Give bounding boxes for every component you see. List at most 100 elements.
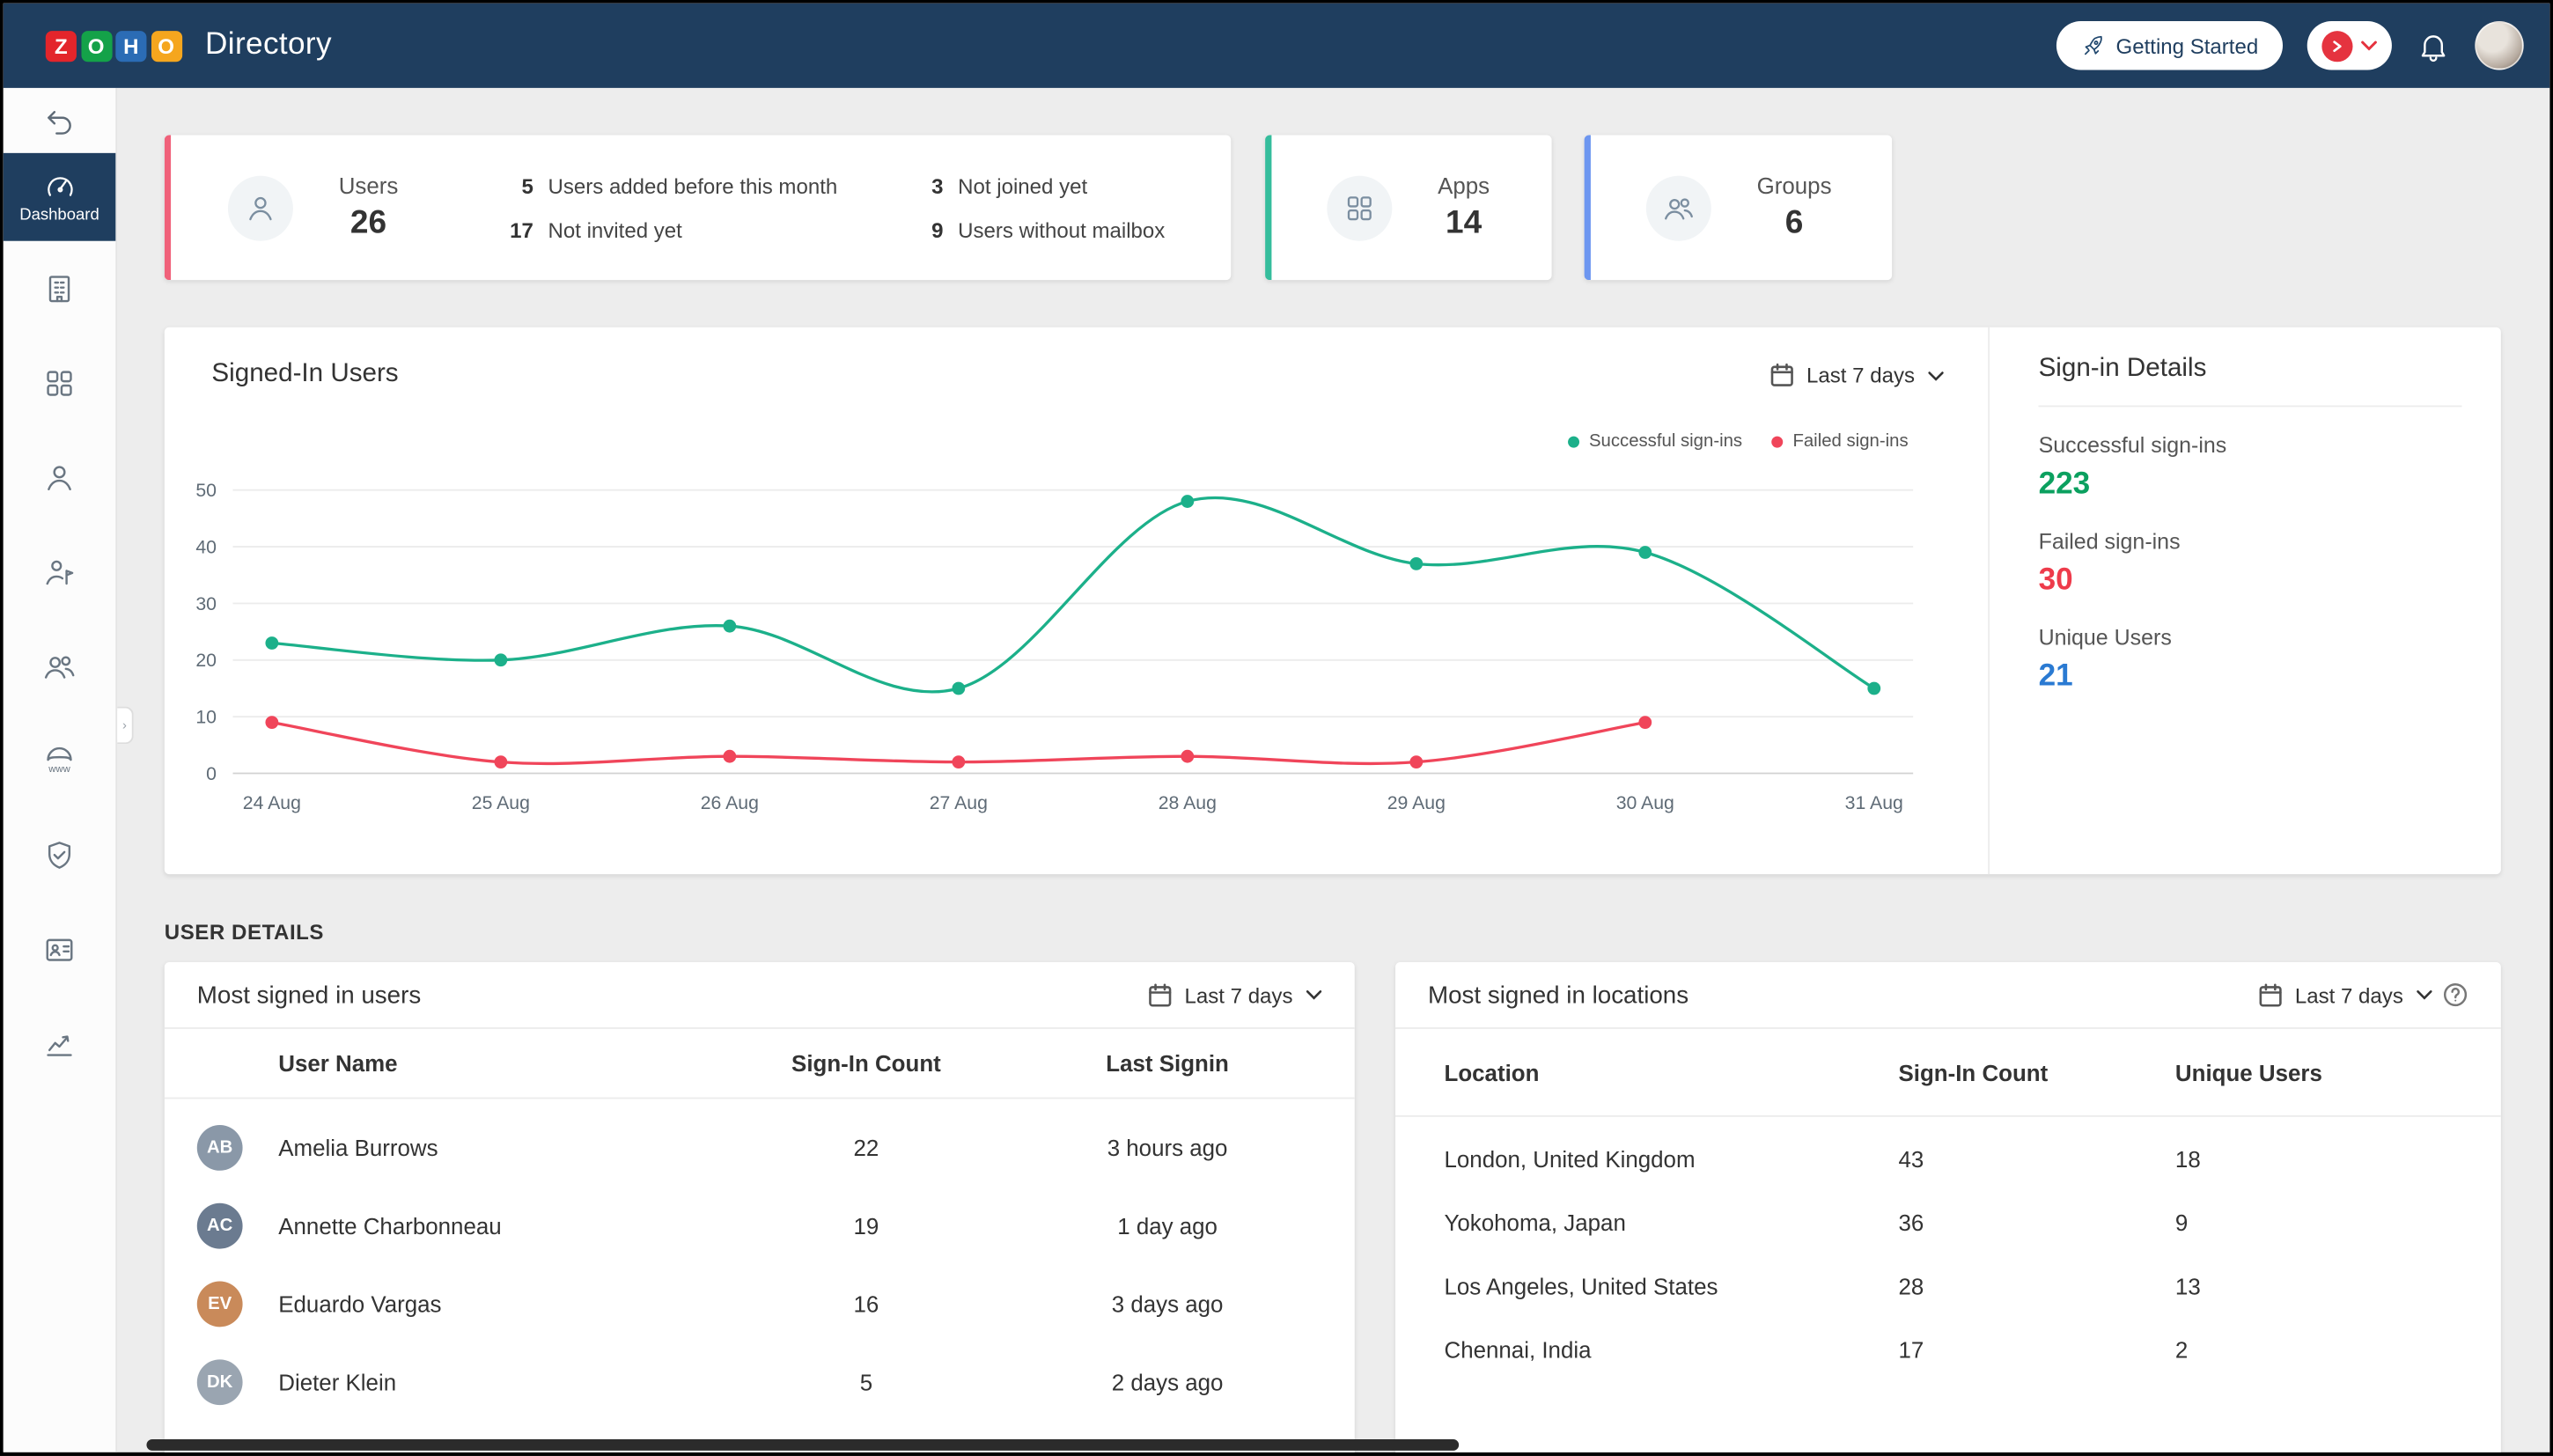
back-arrow-icon [42, 103, 77, 137]
legend-label: Successful sign-ins [1589, 431, 1742, 451]
most-users-title: Most signed in users [197, 981, 421, 1008]
legend-dot [1568, 436, 1579, 447]
most-users-table-body: AB Amelia Burrows 22 3 hours ago AC Anne… [165, 1099, 1355, 1421]
users-count: Users 26 [339, 173, 399, 243]
signin-chart-area: Signed-In Users Last 7 days Successful s… [165, 327, 1988, 874]
org-badge-icon [2321, 30, 2352, 61]
location: Yokohoma, Japan [1445, 1209, 1899, 1235]
user-avatar[interactable] [2475, 21, 2523, 70]
signin-range-picker[interactable]: Last 7 days [1769, 363, 1944, 387]
logo-letter: H [115, 30, 146, 61]
signin-count: 22 [719, 1135, 1012, 1161]
chevron-down-icon [1928, 371, 1944, 380]
apps-label: Apps [1438, 173, 1490, 199]
location: London, United Kingdom [1445, 1145, 1899, 1172]
sidebar-item-contacts[interactable] [4, 902, 116, 996]
signin-count: 17 [1899, 1336, 2175, 1363]
topbar: Z O H O Directory Getting Started [4, 4, 2550, 88]
sidebar-item-security[interactable] [4, 807, 116, 901]
table-row[interactable]: Los Angeles, United States 28 13 [1395, 1254, 2501, 1317]
logo-letter: Z [46, 30, 77, 61]
svg-text:29 Aug: 29 Aug [1387, 792, 1446, 813]
horizontal-scrollbar[interactable] [146, 1439, 1459, 1451]
getting-started-button[interactable]: Getting Started [2056, 21, 2283, 70]
avatar: AC [197, 1203, 243, 1249]
table-row[interactable]: DK Dieter Klein 5 2 days ago [165, 1343, 1355, 1422]
svg-text:10: 10 [195, 707, 217, 728]
successful-signins-stat: Successful sign-ins 223 [2039, 433, 2501, 504]
table-row[interactable]: Chennai, India 17 2 [1395, 1317, 2501, 1380]
legend-successful-signins[interactable]: Successful sign-ins [1568, 431, 1742, 451]
unique-users-stat: Unique Users 21 [2039, 625, 2501, 695]
main-content: Users 26 5Users added before this month … [117, 88, 2549, 1452]
table-row[interactable]: Yokohoma, Japan 36 9 [1395, 1190, 2501, 1254]
sidebar-item-groups[interactable] [4, 619, 116, 713]
notifications-bell-icon[interactable] [2417, 28, 2451, 63]
help-icon[interactable] [2442, 982, 2468, 1008]
most-locations-range-picker[interactable]: Last 7 days [2257, 982, 2432, 1007]
sidebar-item-organization[interactable] [4, 241, 116, 335]
unique-users: 13 [2175, 1272, 2452, 1298]
table-row[interactable]: AB Amelia Burrows 22 3 hours ago [165, 1109, 1355, 1188]
org-switcher-button[interactable] [2307, 21, 2392, 70]
svg-text:26 Aug: 26 Aug [701, 792, 759, 813]
getting-started-label: Getting Started [2116, 33, 2259, 58]
svg-text:25 Aug: 25 Aug [472, 792, 530, 813]
zoho-logo[interactable]: Z O H O Directory [46, 27, 332, 63]
legend-failed-signins[interactable]: Failed sign-ins [1771, 431, 1908, 451]
logo-letter: O [81, 30, 112, 61]
calendar-icon [1147, 982, 1172, 1007]
product-name: Directory [205, 27, 332, 63]
signin-chart-title: Signed-In Users [211, 360, 398, 389]
signed-in-users-panel: Signed-In Users Last 7 days Successful s… [165, 327, 2501, 874]
signin-count: 43 [1899, 1145, 2175, 1172]
table-row[interactable]: London, United Kingdom 43 18 [1395, 1127, 2501, 1190]
most-users-range-picker[interactable]: Last 7 days [1147, 982, 1322, 1007]
location: Chennai, India [1445, 1336, 1899, 1363]
users-summary-card[interactable]: Users 26 5Users added before this month … [165, 136, 1231, 281]
sidebar-item-apps[interactable] [4, 335, 116, 430]
sidebar-item-domains[interactable]: www [4, 713, 116, 807]
users-group-icon [42, 649, 77, 683]
avatar: DK [197, 1359, 243, 1405]
svg-text:20: 20 [195, 650, 217, 671]
signin-count: 28 [1899, 1272, 2175, 1298]
most-locations-table-header: Location Sign-In Count Unique Users [1395, 1029, 2501, 1117]
sidebar-collapse-handle[interactable]: › [117, 707, 133, 745]
svg-text:40: 40 [195, 536, 217, 557]
most-locations-header: Most signed in locations Last 7 days [1395, 962, 2501, 1029]
user-name: Amelia Burrows [278, 1135, 719, 1161]
svg-text:31 Aug: 31 Aug [1845, 792, 1903, 813]
signin-details-panel: Sign-in Details Successful sign-ins 223 … [1988, 327, 2501, 874]
apps-summary-card[interactable]: Apps 14 [1265, 136, 1552, 281]
sidebar-item-dashboard[interactable]: Dashboard [4, 153, 116, 241]
sidebar-item-reports[interactable] [4, 996, 116, 1091]
location: Los Angeles, United States [1445, 1272, 1899, 1298]
sidebar-item-users[interactable] [4, 430, 116, 524]
unique-users: 9 [2175, 1209, 2452, 1235]
sidebar-items: www [4, 241, 116, 1091]
user-icon [42, 460, 77, 494]
apps-grid-icon [42, 365, 77, 400]
legend-label: Failed sign-ins [1792, 431, 1908, 451]
sidebar-item-admins[interactable] [4, 525, 116, 619]
back-button[interactable] [4, 88, 116, 153]
domain-globe-icon: www [42, 743, 77, 777]
most-signed-in-users-card: Most signed in users Last 7 days User Na… [165, 962, 1355, 1455]
signin-details-title: Sign-in Details [1990, 327, 2501, 385]
signin-count: 36 [1899, 1209, 2175, 1235]
most-locations-table-body: London, United Kingdom 43 18 Yokohoma, J… [1395, 1117, 2501, 1381]
stat-not-invited: 17Not invited yet [505, 217, 837, 242]
table-row[interactable]: AC Annette Charbonneau 19 1 day ago [165, 1187, 1355, 1265]
users-value: 26 [339, 205, 399, 243]
calendar-icon [1769, 363, 1793, 387]
chart-legend: Successful sign-ins Failed sign-ins [1568, 431, 1909, 451]
most-users-table-header: User Name Sign-In Count Last Signin [165, 1029, 1355, 1099]
unique-users: 2 [2175, 1336, 2452, 1363]
user-details-section-title: USER DETAILS [165, 920, 324, 945]
stat-without-mailbox: 9Users without mailbox [916, 217, 1165, 242]
table-row[interactable]: EV Eduardo Vargas 16 3 days ago [165, 1265, 1355, 1343]
groups-summary-card[interactable]: Groups 6 [1585, 136, 1893, 281]
failed-signins-stat: Failed sign-ins 30 [2039, 529, 2501, 599]
svg-text:0: 0 [206, 763, 217, 784]
